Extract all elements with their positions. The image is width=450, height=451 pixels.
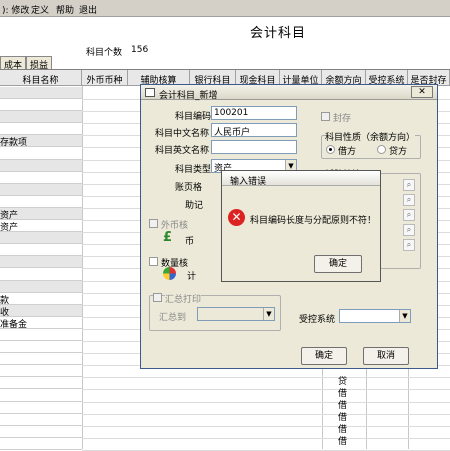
account-count-label: 科目个数: [86, 48, 123, 58]
table-row[interactable]: [0, 159, 82, 172]
cancel-button[interactable]: 取消: [363, 347, 409, 365]
menu-bar: ): 修改 定义 帮助 退出: [0, 0, 450, 17]
table-row[interactable]: [0, 269, 82, 281]
table-row[interactable]: [0, 390, 82, 402]
seal-checkbox[interactable]: [321, 112, 330, 121]
search-icon[interactable]: ⌕: [403, 239, 415, 251]
dialog-title: 会计科目_新增: [159, 91, 218, 101]
summary-print-label: 汇总打印: [165, 292, 202, 305]
menu-item-exit[interactable]: 退出: [79, 3, 97, 16]
error-dialog-title-bar[interactable]: 输入错误: [222, 171, 380, 187]
table-row[interactable]: [0, 256, 82, 269]
type-label: 科目类型: [175, 165, 212, 175]
error-ok-button[interactable]: 确定: [314, 255, 362, 273]
table-row[interactable]: [0, 183, 82, 196]
col-header-currency[interactable]: 外币币种: [82, 70, 128, 86]
table-row[interactable]: [0, 402, 82, 414]
table-row[interactable]: [0, 172, 82, 184]
debit-label: 借方: [338, 147, 357, 157]
error-message: 科目编码长度与分配原则不符！: [250, 216, 377, 226]
table-row[interactable]: 准备金: [0, 317, 82, 329]
table-row[interactable]: [0, 111, 82, 124]
summary-to-label: 汇总到: [159, 313, 187, 323]
chevron-down-icon[interactable]: ▼: [263, 308, 274, 320]
cn-name-label: 科目中文名称: [155, 129, 210, 139]
en-name-input[interactable]: [211, 140, 297, 154]
menu-item-define[interactable]: 定义: [31, 3, 49, 16]
nature-label: 科目性质（余额方向）: [325, 130, 416, 143]
search-icon[interactable]: ⌕: [403, 224, 415, 236]
close-icon[interactable]: ✕: [411, 86, 433, 98]
chart-icon: [163, 267, 176, 280]
table-row[interactable]: 资产: [0, 208, 82, 220]
control-system-select[interactable]: ▼: [339, 309, 411, 323]
table-row[interactable]: 款: [0, 293, 82, 305]
table-row[interactable]: 存款项: [0, 135, 82, 148]
row-divider: [82, 437, 450, 439]
code-label: 科目编码: [175, 112, 212, 122]
tab-cost[interactable]: 成本: [0, 56, 27, 71]
summary-print-checkbox[interactable]: [153, 293, 162, 302]
quantity-checkbox[interactable]: [149, 257, 158, 266]
credit-radio[interactable]: [377, 145, 386, 154]
app-icon: [145, 88, 155, 97]
foreign-checkbox[interactable]: [149, 219, 158, 228]
en-name-label: 科目英文名称: [155, 146, 210, 156]
table-row[interactable]: 收: [0, 304, 82, 317]
debit-radio[interactable]: [326, 145, 335, 154]
ok-button[interactable]: 确定: [301, 347, 347, 365]
account-code-input[interactable]: 100201: [211, 106, 297, 120]
dialog-title-bar[interactable]: 会计科目_新增 ✕: [141, 85, 437, 101]
table-row[interactable]: [0, 365, 82, 378]
table-row[interactable]: [0, 99, 82, 112]
currency-icon: £: [163, 230, 173, 245]
search-icon[interactable]: ⌕: [403, 194, 415, 206]
account-count-value: 156: [131, 45, 149, 55]
table-row[interactable]: [0, 353, 82, 366]
table-row[interactable]: [0, 244, 82, 257]
error-dialog: 输入错误 ✕ 科目编码长度与分配原则不符！ 确定: [221, 170, 381, 282]
page-format-label: 账页格: [175, 183, 203, 193]
tab-profit-loss[interactable]: 损益: [26, 56, 53, 71]
table-row[interactable]: [0, 414, 82, 426]
control-system-label: 受控系统: [299, 315, 336, 325]
page-title: 会计科目: [250, 26, 307, 41]
summary-to-select[interactable]: ▼: [197, 307, 275, 321]
menu-item-edit[interactable]: ): 修改: [2, 3, 29, 16]
row-divider: [82, 401, 450, 403]
row-divider: [82, 377, 450, 379]
foreign-sub-label: 币: [185, 237, 195, 247]
table-row[interactable]: [0, 329, 82, 341]
table-row[interactable]: [0, 232, 82, 245]
row-divider: [82, 413, 450, 415]
error-dialog-title: 输入错误: [230, 177, 267, 187]
menu-item-help[interactable]: 帮助: [56, 3, 74, 16]
chevron-down-icon[interactable]: ▼: [399, 310, 410, 322]
seal-label: 封存: [333, 114, 352, 124]
cn-name-input[interactable]: 人民币户: [211, 123, 297, 137]
error-icon: ✕: [228, 209, 245, 226]
balance-direction-cell: 借: [338, 437, 348, 447]
row-divider: [82, 425, 450, 427]
col-header-account-name[interactable]: 科目名称: [0, 70, 82, 86]
quantity-sub-label: 计: [187, 272, 197, 282]
table-row[interactable]: [0, 196, 82, 208]
mnemonic-label: 助记: [185, 201, 204, 211]
table-row[interactable]: [0, 341, 82, 354]
table-row[interactable]: 资产: [0, 220, 82, 233]
table-row[interactable]: [0, 87, 82, 99]
table-row[interactable]: [0, 377, 82, 390]
row-divider: [82, 389, 450, 391]
table-row[interactable]: [0, 123, 82, 136]
search-icon[interactable]: ⌕: [403, 179, 415, 191]
search-icon[interactable]: ⌕: [403, 209, 415, 221]
table-row[interactable]: [0, 426, 82, 438]
table-row[interactable]: [0, 148, 82, 160]
credit-label: 贷方: [389, 147, 408, 157]
table-row[interactable]: [0, 280, 82, 293]
table-row[interactable]: [0, 438, 82, 450]
